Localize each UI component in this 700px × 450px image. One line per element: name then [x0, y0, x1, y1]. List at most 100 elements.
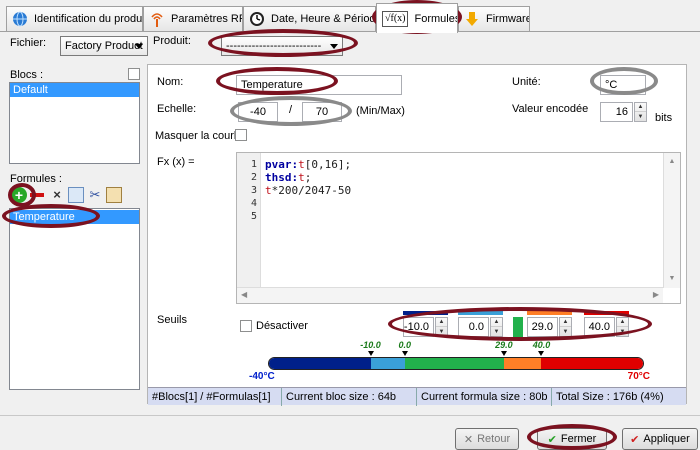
code-token: *200/2047-50 — [271, 184, 352, 197]
echelle-separator: / — [289, 104, 293, 116]
tab-formules[interactable]: √f(x) Formules — [376, 3, 458, 33]
status-bloc-size: Current bloc size : 64b — [282, 388, 417, 406]
tab-identification[interactable]: Identification du produit — [6, 6, 143, 31]
scale-marker-label: -10.0 — [360, 340, 381, 350]
valeur-encodee-spinner[interactable]: ▲ ▼ — [634, 102, 647, 122]
scroll-right-icon[interactable]: ▶ — [653, 290, 659, 299]
tab-label: Identification du produit — [34, 13, 143, 25]
formula-editor[interactable]: 12345 pvar:t[0,16]; thsd:t; t*200/2047-50 … — [236, 152, 681, 304]
vertical-scrollbar[interactable]: ▲ ▼ — [663, 153, 680, 288]
paste-icon[interactable] — [106, 187, 122, 203]
apply-button[interactable]: ✔ Appliquer — [622, 428, 698, 450]
add-icon[interactable]: + — [11, 187, 27, 203]
threshold-color-red — [584, 311, 629, 315]
unite-label: Unité: — [512, 76, 541, 88]
code-token: t — [265, 184, 272, 197]
status-blocs: #Blocs[1] / #Formulas[1] — [148, 388, 282, 406]
code-token: thsd: — [265, 171, 299, 184]
line-number: 5 — [250, 211, 257, 222]
cancel-label: Retour — [477, 433, 511, 445]
antenna-icon — [149, 11, 165, 27]
formules-list[interactable]: Temperature — [9, 208, 140, 390]
threshold-spinner-2[interactable]: ▲ ▼ — [490, 317, 503, 337]
threshold-color-orange — [527, 311, 572, 315]
scale-max-label: 70°C — [627, 371, 650, 382]
status-formula-size: Current formula size : 80b — [417, 388, 552, 406]
threshold-input-4[interactable]: 40.0 — [584, 317, 615, 337]
code-token: t — [298, 171, 305, 184]
code-line[interactable]: pvar:t[0,16]; — [265, 158, 351, 171]
remove-icon[interactable] — [30, 187, 46, 203]
threshold-input-2[interactable]: 0.0 — [458, 317, 489, 337]
chevron-down-icon — [135, 44, 143, 49]
threshold-color-green — [513, 317, 523, 337]
nom-input[interactable]: Temperature — [236, 75, 402, 95]
scroll-left-icon[interactable]: ◀ — [241, 290, 247, 299]
scale-marker-label: 40.0 — [532, 340, 551, 350]
desactiver-checkbox[interactable] — [240, 320, 252, 332]
line-number: 4 — [250, 198, 257, 209]
divider — [0, 415, 700, 416]
tab-date-heure[interactable]: Date, Heure & Période — [243, 6, 376, 31]
desactiver-label: Désactiver — [256, 320, 308, 332]
code-line[interactable] — [265, 210, 351, 223]
globe-icon — [12, 11, 28, 27]
cancel-button[interactable]: ✕ Retour — [455, 428, 519, 450]
line-number: 2 — [250, 172, 257, 183]
threshold-scale: -10.0 0.0 29.0 40.0 -40°C 70°C — [244, 340, 650, 382]
apply-icon: ✔ — [630, 433, 640, 446]
scroll-up-icon[interactable]: ▲ — [664, 158, 680, 165]
scroll-down-icon[interactable]: ▼ — [664, 275, 680, 282]
threshold-color-cyan — [458, 311, 503, 315]
scale-marker-triangle — [401, 351, 408, 356]
copy-icon[interactable] — [68, 187, 84, 203]
status-bar: #Blocs[1] / #Formulas[1] Current bloc si… — [148, 387, 686, 406]
tab-label: Date, Heure & Période — [271, 13, 376, 25]
line-number: 3 — [250, 185, 257, 196]
blocs-list[interactable]: Default — [9, 82, 140, 164]
blocs-checkbox[interactable] — [128, 68, 140, 80]
chevron-down-icon — [330, 44, 338, 49]
bits-label: bits — [655, 112, 673, 124]
echelle-max-input[interactable]: 70 — [302, 102, 342, 122]
delete-icon[interactable]: × — [49, 187, 65, 203]
list-item[interactable]: Default — [10, 83, 139, 97]
produit-select[interactable]: -------------------------- — [221, 36, 343, 56]
code-body[interactable]: pvar:t[0,16]; thsd:t; t*200/2047-50 — [265, 158, 351, 223]
list-item[interactable]: Temperature — [10, 210, 139, 224]
check-icon: ✔ — [547, 433, 557, 446]
threshold-spinner-3[interactable]: ▲ ▼ — [559, 317, 572, 337]
threshold-input-3[interactable]: 29.0 — [527, 317, 558, 337]
code-line[interactable] — [265, 197, 351, 210]
nom-label: Nom: — [157, 76, 184, 88]
scissors-icon[interactable]: ✂ — [87, 187, 103, 203]
unite-input[interactable]: °C — [600, 75, 646, 95]
scale-segment — [371, 358, 405, 369]
threshold-color-blue — [403, 311, 448, 315]
tab-parametres-rf[interactable]: Paramètres RF — [143, 6, 243, 31]
produit-label: Produit: — [153, 35, 191, 47]
tab-firmware[interactable]: Firmware — [458, 6, 530, 31]
masquer-label: Masquer la courbe — [155, 130, 247, 142]
ok-button[interactable]: ✔ Fermer — [537, 428, 607, 450]
horizontal-scrollbar[interactable]: ◀ ▶ — [237, 287, 663, 303]
clock-icon — [249, 11, 265, 27]
ok-label: Fermer — [560, 433, 597, 445]
formules-label: Formules : — [10, 173, 62, 185]
fichier-select[interactable]: Factory Product — [60, 36, 148, 56]
valeur-encodee-input[interactable]: 16 — [600, 102, 633, 122]
tab-label: Formules — [414, 12, 458, 25]
scale-marker-label: 29.0 — [495, 340, 513, 350]
threshold-input-1[interactable]: -10.0 — [403, 317, 434, 337]
echelle-min-input[interactable]: -40 — [238, 102, 278, 122]
scale-min-label: -40°C — [249, 371, 275, 382]
code-line[interactable]: thsd:t; — [265, 171, 351, 184]
threshold-spinner-1[interactable]: ▲ ▼ — [435, 317, 448, 337]
line-number-gutter: 1 2 3 4 5 — [237, 153, 261, 288]
scale-segment — [405, 358, 504, 369]
code-token: pvar: — [265, 158, 299, 171]
code-line[interactable]: t*200/2047-50 — [265, 184, 351, 197]
scale-segment — [503, 358, 542, 369]
masquer-checkbox[interactable] — [235, 129, 247, 141]
threshold-spinner-4[interactable]: ▲ ▼ — [616, 317, 629, 337]
